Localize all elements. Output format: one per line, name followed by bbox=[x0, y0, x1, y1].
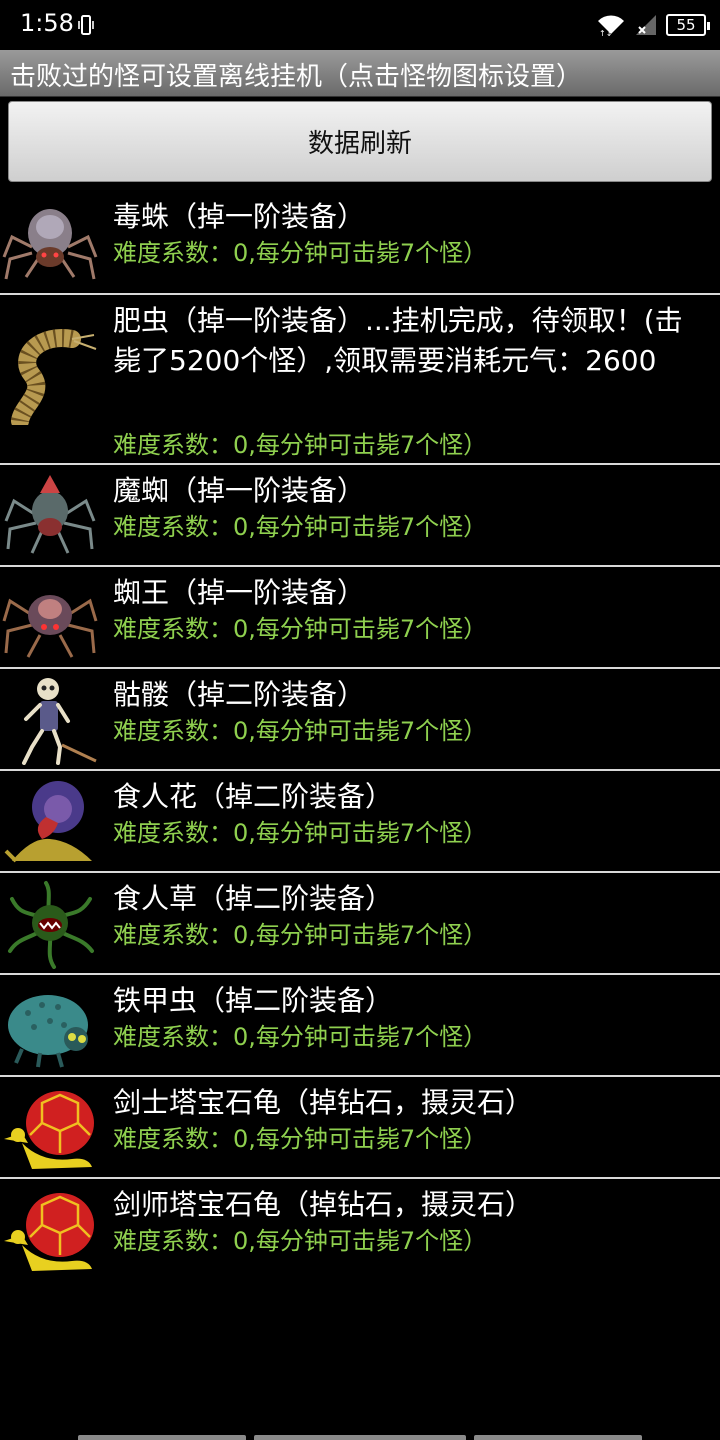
spider-king-icon[interactable] bbox=[2, 573, 98, 663]
page-title: 击败过的怪可设置离线挂机（点击怪物图标设置） bbox=[10, 62, 583, 92]
monster-row[interactable]: 食人花（掉二阶装备） 难度系数：0,每分钟可击毙7个怪） bbox=[0, 771, 720, 873]
demon-spider-icon[interactable] bbox=[2, 471, 98, 561]
monster-row[interactable]: 剑师塔宝石龟（掉钻石，摄灵石） 难度系数：0,每分钟可击毙7个怪） bbox=[0, 1179, 720, 1281]
worm-icon[interactable] bbox=[2, 325, 98, 425]
svg-text:↑↓: ↑↓ bbox=[599, 29, 612, 37]
monster-row[interactable]: 蜘王（掉一阶装备） 难度系数：0,每分钟可击毙7个怪） bbox=[0, 567, 720, 669]
status-bar: 1:58 ↑↓ 55 bbox=[0, 0, 720, 50]
refresh-data-button[interactable]: 数据刷新 bbox=[8, 101, 712, 182]
monster-name: 食人草（掉二阶装备） bbox=[113, 882, 394, 915]
monster-difficulty: 难度系数：0,每分钟可击毙7个怪） bbox=[113, 717, 488, 745]
monster-difficulty: 难度系数：0,每分钟可击毙7个怪） bbox=[113, 1125, 488, 1153]
gem-turtle-icon[interactable] bbox=[2, 1083, 98, 1173]
monster-row[interactable]: 骷髅（掉二阶装备） 难度系数：0,每分钟可击毙7个怪） bbox=[0, 669, 720, 771]
battery-icon: 55 bbox=[666, 14, 710, 36]
monster-difficulty: 难度系数：0,每分钟可击毙7个怪） bbox=[113, 615, 488, 643]
monster-row[interactable]: 食人草（掉二阶装备） 难度系数：0,每分钟可击毙7个怪） bbox=[0, 873, 720, 975]
gem-turtle-icon[interactable] bbox=[2, 1185, 98, 1275]
monster-name: 魔蜘（掉一阶装备） bbox=[113, 474, 366, 507]
monster-row[interactable]: 铁甲虫（掉二阶装备） 难度系数：0,每分钟可击毙7个怪） bbox=[0, 975, 720, 1077]
man-eating-flower-icon[interactable] bbox=[2, 777, 98, 867]
page-header: 击败过的怪可设置离线挂机（点击怪物图标设置） bbox=[0, 50, 720, 97]
man-eating-grass-icon[interactable] bbox=[2, 879, 98, 969]
monster-list: 毒蛛（掉一阶装备） 难度系数：0,每分钟可击毙7个怪） 肥虫（掉一阶装备）...… bbox=[0, 191, 720, 1281]
bottom-tab[interactable] bbox=[474, 1435, 642, 1440]
monster-difficulty: 难度系数：0,每分钟可击毙7个怪） bbox=[113, 1227, 488, 1255]
monster-name: 剑师塔宝石龟（掉钻石，摄灵石） bbox=[113, 1188, 534, 1221]
monster-name: 骷髅（掉二阶装备） bbox=[113, 678, 366, 711]
monster-name: 毒蛛（掉一阶装备） bbox=[113, 200, 366, 233]
monster-difficulty: 难度系数：0,每分钟可击毙7个怪） bbox=[113, 513, 488, 541]
signal-icon bbox=[636, 15, 656, 35]
monster-difficulty: 难度系数：0,每分钟可击毙7个怪） bbox=[113, 1023, 488, 1051]
monster-row[interactable]: 肥虫（掉一阶装备）...挂机完成，待领取！(击毙了5200个怪）,领取需要消耗元… bbox=[0, 295, 720, 465]
monster-row[interactable]: 剑士塔宝石龟（掉钻石，摄灵石） 难度系数：0,每分钟可击毙7个怪） bbox=[0, 1077, 720, 1179]
monster-name: 剑士塔宝石龟（掉钻石，摄灵石） bbox=[113, 1086, 534, 1119]
monster-difficulty: 难度系数：0,每分钟可击毙7个怪） bbox=[113, 819, 488, 847]
monster-difficulty: 难度系数：0,每分钟可击毙7个怪） bbox=[113, 921, 488, 949]
bottom-tab-bar bbox=[0, 1434, 720, 1440]
armored-beetle-icon[interactable] bbox=[2, 981, 98, 1071]
monster-row[interactable]: 毒蛛（掉一阶装备） 难度系数：0,每分钟可击毙7个怪） bbox=[0, 191, 720, 295]
monster-row[interactable]: 魔蜘（掉一阶装备） 难度系数：0,每分钟可击毙7个怪） bbox=[0, 465, 720, 567]
spider-icon[interactable] bbox=[2, 197, 98, 287]
vibrate-icon bbox=[78, 15, 94, 35]
monster-name: 食人花（掉二阶装备） bbox=[113, 780, 394, 813]
bottom-tab[interactable] bbox=[78, 1435, 246, 1440]
monster-name: 蜘王（掉一阶装备） bbox=[113, 576, 366, 609]
bottom-tab[interactable] bbox=[254, 1435, 466, 1440]
wifi-icon: ↑↓ bbox=[598, 15, 624, 37]
monster-difficulty: 难度系数：0,每分钟可击毙7个怪） bbox=[113, 431, 488, 459]
monster-name: 肥虫（掉一阶装备）...挂机完成，待领取！(击毙了5200个怪）,领取需要消耗元… bbox=[113, 304, 683, 377]
status-time: 1:58 bbox=[20, 9, 74, 37]
monster-name: 铁甲虫（掉二阶装备） bbox=[113, 984, 394, 1017]
skeleton-icon[interactable] bbox=[2, 675, 98, 765]
monster-difficulty: 难度系数：0,每分钟可击毙7个怪） bbox=[113, 239, 488, 267]
status-icons: ↑↓ 55 bbox=[596, 12, 710, 38]
